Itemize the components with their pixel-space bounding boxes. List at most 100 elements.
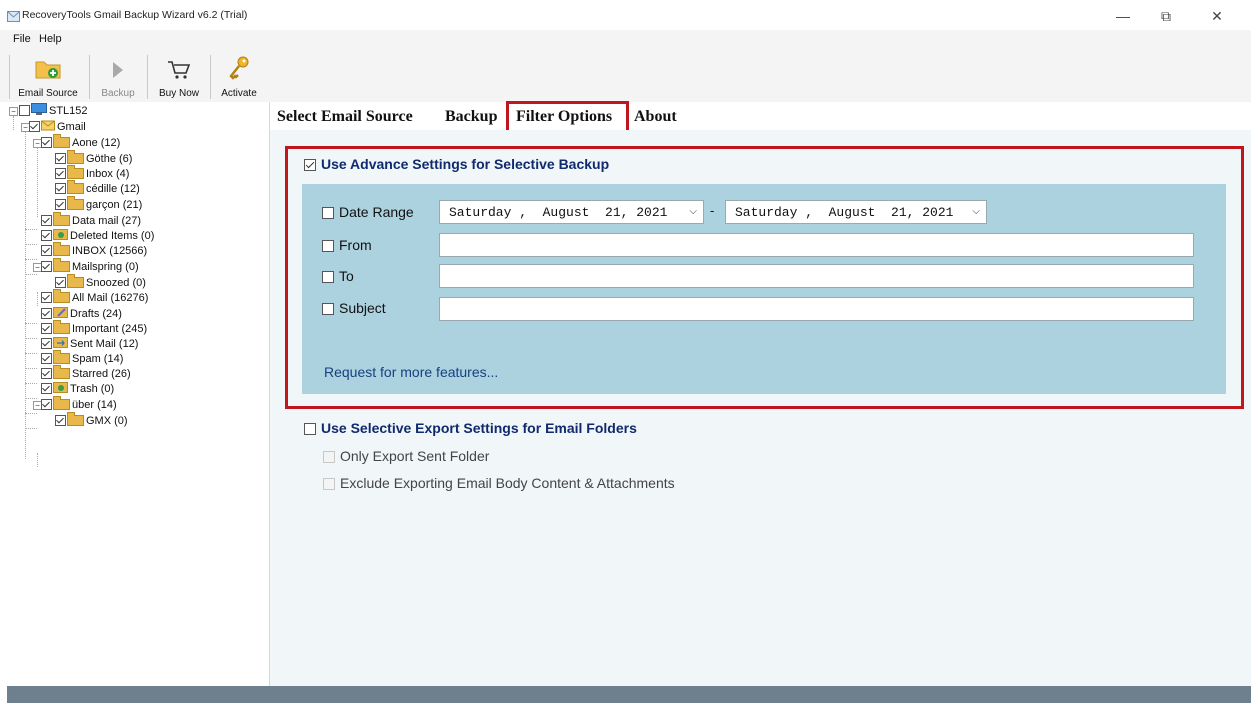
tree-checkbox[interactable] [55,277,66,288]
request-features-link[interactable]: Request for more features... [324,364,498,380]
tree-checkbox[interactable] [55,153,66,164]
tree-checkbox[interactable] [41,338,52,349]
tree-node-inbox[interactable]: INBOX (12566) [41,242,147,257]
activate-button[interactable]: Activate [214,53,264,99]
folder-icon [67,150,84,164]
buy-now-label: Buy Now [158,88,199,99]
tree-checkbox[interactable] [55,415,66,426]
tree-checkbox[interactable] [41,261,52,272]
tree-checkbox[interactable] [55,183,66,194]
folder-icon [53,350,70,364]
tree-node-gmail[interactable]: Gmail [29,120,86,133]
folder-icon [53,134,70,148]
inbox-folder-icon [53,242,70,256]
tree-node-gmx[interactable]: GMX (0) [55,412,128,427]
tree-checkbox[interactable] [41,292,52,303]
tree-checkbox[interactable] [19,105,30,116]
tree-checkbox[interactable] [41,323,52,334]
tree-node-sent-mail[interactable]: Sent Mail (12) [41,336,138,350]
selective-export-checkbox[interactable]: Use Selective Export Settings for Email … [304,420,637,436]
play-icon [111,60,125,83]
tree-checkbox[interactable] [41,383,52,394]
minimize-button[interactable]: — [1103,4,1143,28]
tree-checkbox[interactable] [41,368,52,379]
tab-about[interactable]: About [634,106,677,128]
checkbox-icon [322,207,334,220]
tree-node-garcon[interactable]: garçon (21) [55,196,142,211]
to-input[interactable] [439,264,1194,288]
mail-account-icon [41,119,55,134]
chevron-down-icon: ⌵ [972,206,980,217]
tree-node-cedille[interactable]: cédille (12) [55,180,140,195]
tree-node-important[interactable]: Important (245) [41,320,147,335]
tree-node-aone[interactable]: Aone (12) [41,134,120,149]
tree-checkbox[interactable] [41,230,52,241]
tree-node-drafts[interactable]: Drafts (24) [41,306,122,321]
to-checkbox[interactable]: To [322,268,354,284]
collapse-root-icon[interactable]: − [9,107,18,116]
tree-checkbox[interactable] [41,399,52,410]
tab-backup[interactable]: Backup [445,106,497,128]
tree-node-trash[interactable]: Trash (0) [41,381,114,396]
tree-checkbox[interactable] [41,245,52,256]
tree-node-spam[interactable]: Spam (14) [41,350,123,365]
exclude-body-checkbox[interactable]: Exclude Exporting Email Body Content & A… [323,475,675,491]
folder-icon [67,412,84,426]
date-from-picker[interactable]: Saturday , August 21, 2021 ⌵ [439,200,704,224]
tree-node-all-mail[interactable]: All Mail (16276) [41,289,148,304]
tree-checkbox[interactable] [41,308,52,319]
tree-node-data-mail[interactable]: Data mail (27) [41,212,141,227]
backup-button[interactable]: Backup [92,53,144,99]
drafts-folder-icon [53,306,68,321]
folder-add-icon [34,58,62,83]
chevron-down-icon: ⌵ [689,206,697,217]
tree-checkbox[interactable] [55,199,66,210]
folder-icon [53,396,70,410]
tree-checkbox[interactable] [41,137,52,148]
date-to-picker[interactable]: Saturday , August 21, 2021 ⌵ [725,200,987,224]
folder-icon [53,320,70,334]
folder-icon [67,180,84,194]
tree-checkbox[interactable] [55,168,66,179]
tree-node-deleted-items[interactable]: Deleted Items (0) [41,228,154,243]
maximize-button[interactable]: ⧉ [1146,4,1186,28]
tree-node-uber[interactable]: über (14) [41,396,117,411]
email-source-button[interactable]: Email Source [9,53,87,99]
folder-icon [53,212,70,226]
recycle-folder-icon [53,381,68,396]
tab-highlight-box [506,101,629,133]
recycle-folder-icon [53,228,68,243]
from-checkbox[interactable]: From [322,237,372,253]
menu-bar [0,30,1251,50]
toolbar-separator [147,55,148,99]
backup-label: Backup [101,88,135,99]
date-range-checkbox[interactable]: Date Range [322,204,414,220]
tree-node-gothe[interactable]: Göthe (6) [55,150,132,165]
checkbox-icon [322,271,334,284]
folder-icon [53,365,70,379]
tab-select-email-source[interactable]: Select Email Source [277,106,413,128]
from-input[interactable] [439,233,1194,257]
checkbox-disabled-icon [323,451,335,464]
buy-now-button[interactable]: Buy Now [151,53,207,99]
cart-icon [167,60,191,83]
tree-checkbox[interactable] [29,121,40,132]
checkbox-icon [322,240,334,253]
tree-node-mailspring[interactable]: Mailspring (0) [41,258,139,273]
tree-node-snoozed[interactable]: Snoozed (0) [55,274,146,289]
only-export-sent-checkbox[interactable]: Only Export Sent Folder [323,448,489,464]
tree-checkbox[interactable] [41,353,52,364]
tree-checkbox[interactable] [41,215,52,226]
folder-icon [67,274,84,288]
tree-node-inbox-sub[interactable]: Inbox (4) [55,165,129,180]
checkbox-icon [304,423,316,436]
menu-help[interactable]: Help [39,33,62,45]
subject-input[interactable] [439,297,1194,321]
subject-checkbox[interactable]: Subject [322,300,386,316]
tree-node-starred[interactable]: Starred (26) [41,365,131,380]
close-button[interactable]: ✕ [1197,4,1237,28]
tree-root[interactable]: STL152 [19,103,88,117]
menu-file[interactable]: File [13,33,31,45]
folder-icon [67,196,84,210]
inbox-folder-icon [67,165,84,179]
